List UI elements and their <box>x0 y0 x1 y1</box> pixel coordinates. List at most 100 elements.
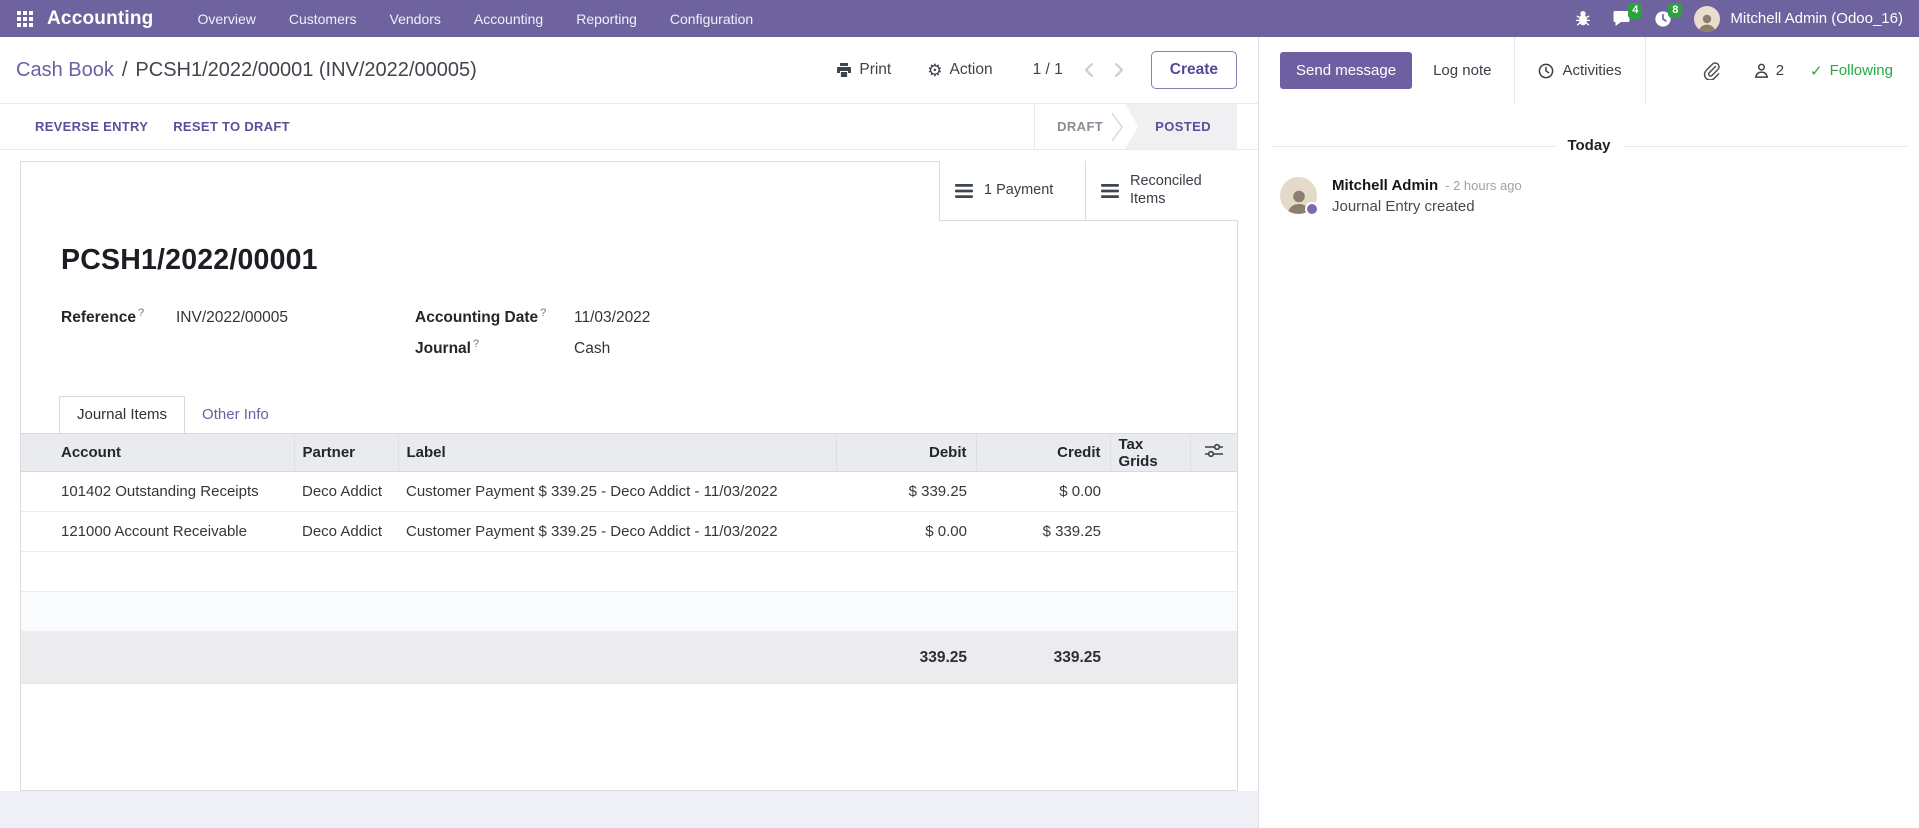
apps-grid-icon[interactable] <box>17 10 33 27</box>
cell-credit[interactable]: $ 339.25 <box>976 511 1110 553</box>
accounting-date-value[interactable]: 11/03/2022 <box>574 309 650 327</box>
chatter-panel: Send message Log note Activities 2 ✓ Fol… <box>1259 37 1919 828</box>
menu-configuration[interactable]: Configuration <box>670 11 753 27</box>
menu-vendors[interactable]: Vendors <box>390 11 441 27</box>
table-row[interactable]: 121000 Account Receivable Deco Addict Cu… <box>21 511 1237 553</box>
optional-columns-icon[interactable] <box>1204 443 1223 458</box>
message-body: Journal Entry created <box>1332 198 1475 215</box>
pager-value: 1 / 1 <box>1032 61 1063 78</box>
column-header-account[interactable]: Account <box>21 433 294 473</box>
pager: 1 / 1 <box>1033 61 1125 79</box>
state-widget: DRAFT POSTED <box>1034 104 1237 149</box>
app-name[interactable]: Accounting <box>47 8 154 30</box>
journal-value[interactable]: Cash <box>574 340 610 358</box>
menu-accounting[interactable]: Accounting <box>474 11 543 27</box>
state-posted[interactable]: POSTED <box>1125 104 1237 149</box>
empty-row <box>21 551 1237 593</box>
message-timestamp: - 2 hours ago <box>1445 178 1522 193</box>
activities-badge: 8 <box>1668 2 1683 19</box>
activities-clock-icon[interactable]: 8 <box>1654 2 1683 28</box>
payment-smart-button[interactable]: 1 Payment <box>939 161 1085 221</box>
bars-icon <box>955 183 973 198</box>
print-button[interactable]: Print <box>836 61 891 79</box>
status-dot <box>1305 202 1319 216</box>
cell-debit[interactable]: $ 339.25 <box>836 471 976 513</box>
log-note-button[interactable]: Log note <box>1433 62 1491 79</box>
cell-account[interactable]: 101402 Outstanding Receipts <box>21 471 294 513</box>
help-icon: ? <box>137 307 145 319</box>
total-credit: 339.25 <box>976 631 1110 685</box>
reference-label: Reference? <box>61 307 145 327</box>
tab-journal-items[interactable]: Journal Items <box>59 396 186 434</box>
state-arrow-icon <box>1109 104 1125 149</box>
attachment-paperclip-icon[interactable] <box>1702 61 1720 80</box>
column-header-debit[interactable]: Debit <box>835 433 976 473</box>
reset-to-draft-button[interactable]: RESET TO DRAFT <box>173 119 290 134</box>
accounting-date-label: Accounting Date? <box>415 307 547 327</box>
user-name[interactable]: Mitchell Admin (Odoo_16) <box>1730 10 1903 27</box>
cell-partner[interactable]: Deco Addict <box>294 511 398 553</box>
create-button[interactable]: Create <box>1150 51 1237 89</box>
cell-tax-grids[interactable] <box>1110 511 1190 553</box>
breadcrumb-current: PCSH1/2022/00001 (INV/2022/00005) <box>135 58 477 81</box>
pager-next-button[interactable] <box>1114 62 1125 78</box>
person-icon <box>1753 62 1770 79</box>
column-header-credit[interactable]: Credit <box>975 433 1110 473</box>
breadcrumb: Cash Book / PCSH1/2022/00001 (INV/2022/0… <box>16 59 477 82</box>
message-author[interactable]: Mitchell Admin <box>1332 177 1438 194</box>
smart-buttons: 1 Payment Reconciled Items <box>939 161 1238 221</box>
messages-icon[interactable]: 4 <box>1613 3 1643 27</box>
main-panel: Cash Book / PCSH1/2022/00001 (INV/2022/0… <box>0 37 1259 828</box>
column-header-tax-grids[interactable]: Tax Grids <box>1109 433 1190 473</box>
chatter-topbar: Send message Log note Activities 2 ✓ Fol… <box>1259 37 1919 104</box>
reverse-entry-button[interactable]: REVERSE ENTRY <box>35 119 148 134</box>
reconciled-items-smart-button[interactable]: Reconciled Items <box>1085 161 1238 221</box>
main-menu: Overview Customers Vendors Accounting Re… <box>198 11 754 27</box>
cell-partner[interactable]: Deco Addict <box>294 471 398 513</box>
cell-label[interactable]: Customer Payment $ 339.25 - Deco Addict … <box>398 511 836 553</box>
divider <box>1514 37 1516 104</box>
form-sheet: 1 Payment Reconciled Items PCSH1/2022/00… <box>20 161 1238 791</box>
table-row[interactable]: 101402 Outstanding Receipts Deco Addict … <box>21 471 1237 513</box>
activities-button[interactable]: Activities <box>1538 62 1622 79</box>
cell-tax-grids[interactable] <box>1110 471 1190 513</box>
menu-overview[interactable]: Overview <box>198 11 256 27</box>
bars-icon <box>1101 183 1119 198</box>
message-avatar[interactable] <box>1280 177 1319 216</box>
debug-bug-icon[interactable] <box>1575 10 1591 27</box>
followers-button[interactable]: 2 <box>1753 62 1784 79</box>
send-message-button[interactable]: Send message <box>1280 52 1413 89</box>
cell-debit[interactable]: $ 0.00 <box>836 511 976 553</box>
state-draft[interactable]: DRAFT <box>1035 104 1110 149</box>
tab-other-info[interactable]: Other Info <box>185 397 286 433</box>
printer-icon <box>836 62 852 78</box>
menu-customers[interactable]: Customers <box>289 11 357 27</box>
empty-row <box>21 591 1237 633</box>
reference-value[interactable]: INV/2022/00005 <box>176 309 288 327</box>
notebook-tabs: Journal Items Other Info <box>21 396 1237 434</box>
clock-icon <box>1538 63 1554 79</box>
date-separator: Today <box>1259 137 1919 155</box>
following-button[interactable]: ✓ Following <box>1810 62 1893 80</box>
column-header-partner[interactable]: Partner <box>293 433 398 473</box>
total-debit: 339.25 <box>836 631 976 685</box>
menu-reporting[interactable]: Reporting <box>576 11 637 27</box>
pager-previous-button[interactable] <box>1083 62 1094 78</box>
column-header-label[interactable]: Label <box>397 433 836 473</box>
form-view: 1 Payment Reconciled Items PCSH1/2022/00… <box>0 150 1258 791</box>
breadcrumb-parent[interactable]: Cash Book <box>16 59 114 82</box>
journal-label: Journal? <box>415 338 480 358</box>
cell-account[interactable]: 121000 Account Receivable <box>21 511 294 553</box>
cell-credit[interactable]: $ 0.00 <box>976 471 1110 513</box>
user-avatar[interactable] <box>1694 5 1721 32</box>
statusbar: REVERSE ENTRY RESET TO DRAFT DRAFT POSTE… <box>0 104 1258 150</box>
help-icon: ? <box>472 338 480 351</box>
record-title: PCSH1/2022/00001 <box>61 244 318 276</box>
followers-count: 2 <box>1775 62 1785 79</box>
control-panel: Cash Book / PCSH1/2022/00001 (INV/2022/0… <box>0 37 1258 104</box>
gear-icon: ⚙ <box>927 60 943 80</box>
cell-label[interactable]: Customer Payment $ 339.25 - Deco Addict … <box>398 471 836 513</box>
top-navbar: Accounting Overview Customers Vendors Ac… <box>0 0 1919 37</box>
action-button[interactable]: ⚙ Action <box>927 61 992 79</box>
chatter-message: Mitchell Admin - 2 hours ago Journal Ent… <box>1280 177 1898 216</box>
